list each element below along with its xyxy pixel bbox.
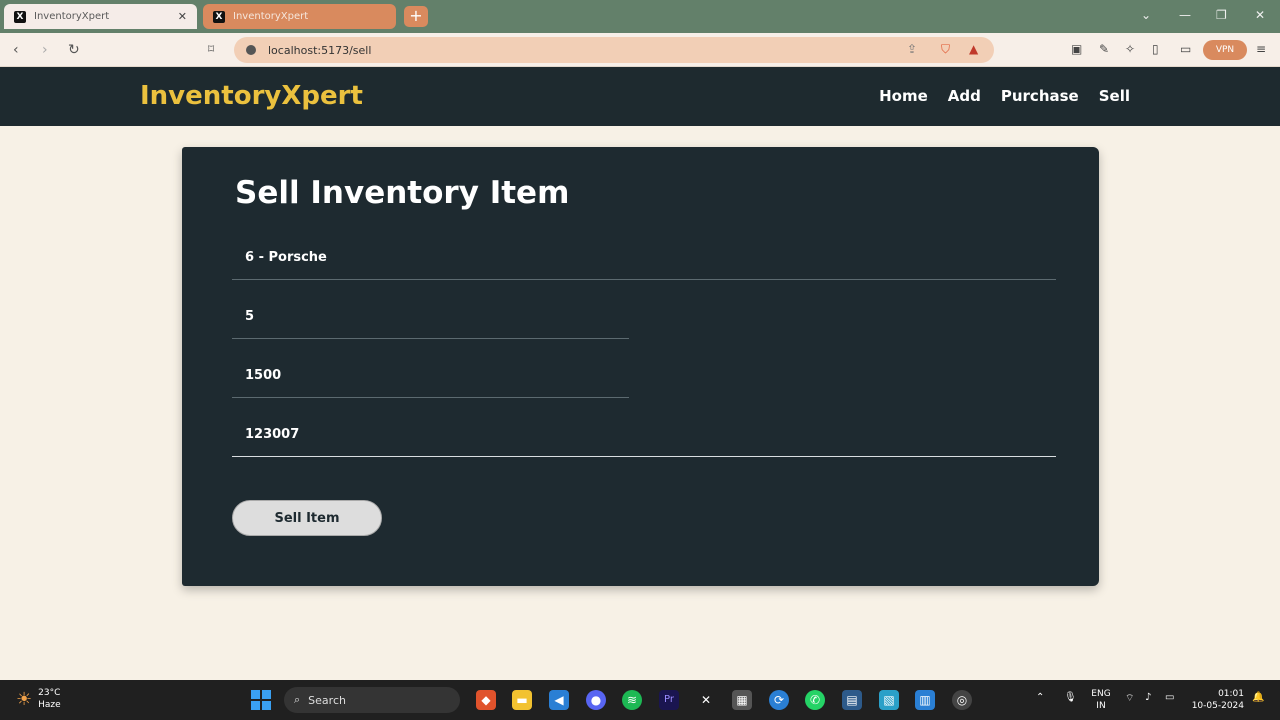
reload-icon[interactable]: ↻ bbox=[68, 42, 80, 58]
app-icon[interactable]: ▤ bbox=[842, 690, 862, 710]
microphone-icon[interactable]: 🎙 bbox=[1064, 692, 1077, 703]
url-text: localhost:5173/sell bbox=[268, 43, 372, 57]
item-select-field bbox=[232, 236, 1056, 280]
app-icon-2[interactable]: ▧ bbox=[879, 690, 899, 710]
puzzle-icon[interactable]: ✧ bbox=[1125, 42, 1135, 56]
price-input[interactable] bbox=[232, 354, 629, 397]
tab-search-icon[interactable]: ⌄ bbox=[1141, 8, 1151, 22]
wallet-icon[interactable]: ▭ bbox=[1180, 42, 1191, 56]
vpn-button[interactable]: VPN bbox=[1203, 40, 1247, 60]
browser-tab-bar: X InventoryXpert ✕ X InventoryXpert + ⌄ … bbox=[0, 0, 1280, 33]
whatsapp-icon[interactable]: ✆ bbox=[805, 690, 825, 710]
brave-rewards-icon[interactable]: ▲ bbox=[969, 42, 978, 56]
main-nav: Home Add Purchase Sell bbox=[879, 87, 1130, 105]
weather-icon: ☀ bbox=[16, 688, 33, 710]
search-label: Search bbox=[308, 693, 346, 707]
discord-icon[interactable]: ● bbox=[586, 690, 606, 710]
quantity-input[interactable] bbox=[232, 295, 629, 338]
vscode-icon[interactable]: ◀ bbox=[549, 690, 569, 710]
clock-time: 01:01 bbox=[1218, 689, 1244, 699]
x-favicon-icon: X bbox=[14, 10, 26, 23]
close-window-icon[interactable]: ✕ bbox=[1255, 8, 1265, 22]
sync-icon[interactable]: ⟳ bbox=[769, 690, 789, 710]
brave-shield-icon[interactable]: ⛉ bbox=[941, 42, 950, 57]
back-icon[interactable]: ‹ bbox=[13, 42, 19, 58]
weather-temp: 23°C bbox=[38, 688, 61, 698]
tray-overflow-icon[interactable]: ⌃ bbox=[1036, 692, 1044, 703]
wifi-icon[interactable]: ⌔ bbox=[1125, 692, 1134, 705]
sidebar-icon[interactable]: ▯ bbox=[1152, 42, 1159, 56]
id-field bbox=[232, 413, 1056, 457]
volume-icon[interactable]: ♪ bbox=[1145, 692, 1151, 703]
spotify-icon[interactable]: ≋ bbox=[622, 690, 642, 710]
new-tab-button[interactable]: + bbox=[404, 6, 428, 27]
close-tab-icon[interactable]: ✕ bbox=[178, 10, 187, 23]
brave-browser-icon[interactable]: ◆ bbox=[476, 690, 496, 710]
address-bar[interactable]: localhost:5173/sell bbox=[234, 37, 994, 63]
weather-desc: Haze bbox=[38, 700, 61, 710]
windows-start-icon[interactable] bbox=[251, 690, 271, 710]
tab-title: InventoryXpert bbox=[34, 11, 110, 22]
page-title: Sell Inventory Item bbox=[235, 175, 570, 211]
nav-home[interactable]: Home bbox=[879, 87, 928, 105]
price-field bbox=[232, 354, 629, 398]
minecraft-icon[interactable]: ▦ bbox=[732, 690, 752, 710]
bookmark-icon[interactable]: ⌑ bbox=[208, 42, 214, 56]
clock-date: 10-05-2024 bbox=[1191, 701, 1244, 711]
weather-widget[interactable]: ☀ 23°C Haze bbox=[16, 687, 61, 711]
forward-icon[interactable]: › bbox=[42, 42, 48, 58]
browser-toolbar: ‹ › ↻ ⌑ localhost:5173/sell ⇪ ⛉ ▲ ▣ ✎ ✧ … bbox=[0, 33, 1280, 67]
tab-active[interactable]: X InventoryXpert ✕ bbox=[4, 4, 197, 29]
tab-inactive[interactable]: X InventoryXpert bbox=[203, 4, 396, 29]
nav-purchase[interactable]: Purchase bbox=[1001, 87, 1079, 105]
clock[interactable]: 01:01 10-05-2024 bbox=[1190, 688, 1244, 712]
sell-item-button[interactable]: Sell Item bbox=[232, 500, 382, 536]
taskbar-search[interactable]: ⌕ Search bbox=[284, 687, 460, 713]
search-icon: ⌕ bbox=[294, 693, 301, 706]
restore-icon[interactable]: ❐ bbox=[1216, 8, 1227, 22]
windows-taskbar: ☀ 23°C Haze ⌕ Search ◆ ▬ ◀ ● ≋ Pr ✕ ▦ ⟳ … bbox=[0, 680, 1280, 720]
x-app-icon[interactable]: ✕ bbox=[696, 690, 716, 710]
item-select[interactable] bbox=[232, 236, 1056, 279]
menu-icon[interactable]: ≡ bbox=[1256, 42, 1266, 56]
share-icon[interactable]: ⇪ bbox=[907, 42, 917, 56]
file-explorer-icon[interactable]: ▬ bbox=[512, 690, 532, 710]
quantity-field bbox=[232, 295, 629, 339]
tab-title: InventoryXpert bbox=[233, 11, 309, 22]
eyedropper-icon[interactable]: ✎ bbox=[1099, 42, 1109, 56]
minimize-icon[interactable]: — bbox=[1179, 8, 1191, 22]
sell-form-card: Sell Inventory Item Sell Item bbox=[182, 147, 1099, 586]
lang-code: ENG bbox=[1091, 689, 1111, 699]
x-favicon-icon: X bbox=[213, 10, 225, 23]
nav-add[interactable]: Add bbox=[948, 87, 981, 105]
nav-sell[interactable]: Sell bbox=[1099, 87, 1130, 105]
lang-region: IN bbox=[1096, 701, 1106, 711]
battery-icon[interactable]: ▭ bbox=[1165, 692, 1174, 703]
brand-logo[interactable]: InventoryXpert bbox=[140, 81, 363, 111]
app-icon-3[interactable]: ◎ bbox=[952, 690, 972, 710]
notepad-icon[interactable]: ▥ bbox=[915, 690, 935, 710]
notification-bell-icon[interactable]: 🔔 bbox=[1252, 692, 1264, 703]
app-header: InventoryXpert Home Add Purchase Sell bbox=[0, 67, 1280, 126]
language-indicator[interactable]: ENG IN bbox=[1090, 688, 1112, 712]
extension-icon[interactable]: ▣ bbox=[1071, 42, 1082, 56]
id-input[interactable] bbox=[232, 413, 1056, 456]
site-info-icon[interactable] bbox=[246, 45, 256, 55]
premiere-icon[interactable]: Pr bbox=[659, 690, 679, 710]
